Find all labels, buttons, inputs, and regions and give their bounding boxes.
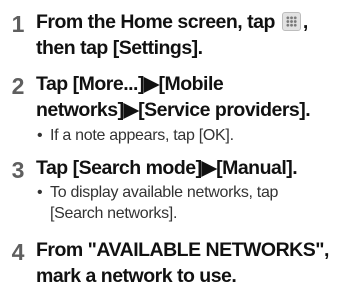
step-text: From the Home screen, tap , (36, 10, 348, 34)
step-number: 3 (11, 157, 25, 183)
step-text-line1: Tap [Search mode]▶[Manual]. (36, 157, 298, 179)
step-text-line2: then tap [Settings]. (36, 37, 203, 59)
step-body: Tap [Search mode]▶[Manual]. To display a… (36, 154, 348, 224)
step-text-line1: Tap [More...]▶[Mobile (36, 73, 224, 95)
step-note-line1: To display available networks, tap (50, 184, 279, 201)
apps-grid-dots (285, 16, 297, 27)
step-text-part: From the Home screen, tap (36, 11, 275, 33)
step-text-line1: From "AVAILABLE NETWORKS", (36, 239, 329, 261)
step-note: If a note appears, tap [OK]. (36, 125, 348, 146)
step-text-part: , (302, 11, 308, 33)
step-body: From "AVAILABLE NETWORKS", mark a networ… (36, 236, 348, 288)
apps-grid-icon (281, 12, 301, 31)
step-body: From the Home screen, tap , then tap [Se… (36, 8, 348, 60)
step-text-line2: mark a network to use. (36, 265, 237, 287)
step-number: 2 (11, 73, 25, 99)
step-text-line2: networks]▶[Service providers]. (36, 99, 311, 121)
step-number: 1 (11, 11, 25, 37)
step-body: Tap [More...]▶[Mobile networks]▶[Service… (36, 70, 348, 146)
step-note: To display available networks, tap (36, 182, 348, 203)
step-note-line2: [Search networks]. (50, 205, 178, 222)
step-number: 4 (11, 239, 25, 265)
